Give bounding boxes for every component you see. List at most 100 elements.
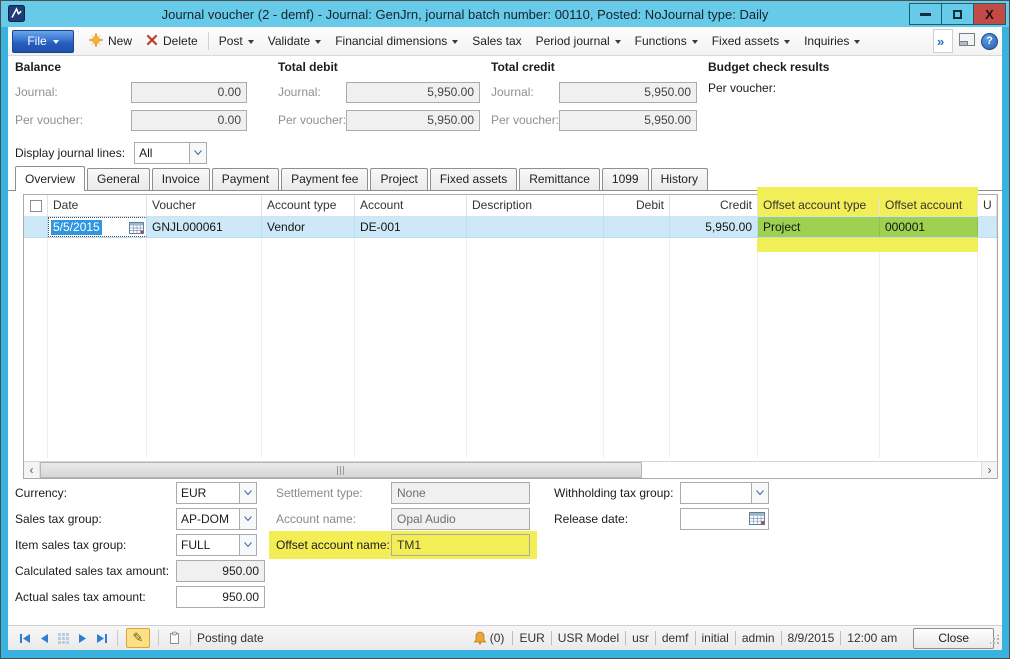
previous-record-button[interactable]: [38, 632, 51, 645]
grid-empty-row[interactable]: [24, 392, 997, 414]
alerts-bell-icon[interactable]: [473, 631, 487, 645]
tab-general[interactable]: General: [87, 168, 150, 190]
row-selector-cell[interactable]: [24, 217, 48, 237]
col-header-voucher[interactable]: Voucher: [147, 195, 262, 216]
grid-empty-row[interactable]: [24, 436, 997, 458]
tab-overview[interactable]: Overview: [15, 166, 85, 191]
alerts-count[interactable]: (0): [490, 631, 505, 645]
menu-financial-dimensions[interactable]: Financial dimensions: [328, 30, 465, 53]
debit-cell[interactable]: [604, 217, 670, 237]
chevron-down-icon[interactable]: [239, 535, 256, 555]
col-header-truncated[interactable]: U: [978, 195, 997, 216]
close-window-button[interactable]: X: [973, 3, 1006, 25]
pane-layout-icon[interactable]: [959, 33, 975, 50]
scrollbar-track[interactable]: [40, 462, 981, 478]
tab-payment-fee[interactable]: Payment fee: [281, 168, 368, 190]
truncated-cell[interactable]: [978, 217, 997, 237]
withholding-tax-group-label: Withholding tax group:: [554, 482, 673, 504]
grid-view-icon[interactable]: [57, 632, 70, 645]
credit-cell[interactable]: 5,950.00: [670, 217, 758, 237]
scroll-right-button[interactable]: ›: [981, 462, 997, 478]
tab-project[interactable]: Project: [370, 168, 427, 190]
menu-period-journal[interactable]: Period journal: [529, 30, 628, 53]
description-cell[interactable]: [467, 217, 604, 237]
grid-box: Date Voucher Account type Account Descri…: [23, 194, 998, 479]
resize-grip[interactable]: [990, 634, 1000, 648]
grid-empty-rows[interactable]: [24, 238, 997, 458]
tab-1099[interactable]: 1099: [602, 168, 649, 190]
journal-line-row[interactable]: 5/5/2015 GNJL000061 Vendor DE-001 5,950.…: [24, 217, 997, 238]
col-header-account-type[interactable]: Account type: [262, 195, 355, 216]
item-sales-tax-group-combo[interactable]: FULL: [176, 534, 257, 556]
last-record-button[interactable]: [95, 632, 108, 645]
menu-fixed-assets[interactable]: Fixed assets: [705, 30, 797, 53]
grid-empty-row[interactable]: [24, 414, 997, 436]
col-header-description[interactable]: Description: [467, 195, 604, 216]
chevron-down-icon[interactable]: [189, 143, 206, 163]
balance-journal-label: Journal:: [15, 82, 58, 103]
display-journal-lines-combo[interactable]: All: [134, 142, 207, 164]
col-header-credit[interactable]: Credit: [670, 195, 758, 216]
sales-tax-group-combo[interactable]: AP-DOM: [176, 508, 257, 530]
minimize-button[interactable]: [909, 3, 942, 25]
chevron-down-icon[interactable]: [239, 509, 256, 529]
caret-down-icon: [854, 40, 860, 47]
chevron-down-icon[interactable]: [239, 483, 256, 503]
credit-voucher-field: 5,950.00: [559, 110, 697, 131]
delete-button[interactable]: Delete: [139, 30, 205, 53]
menu-functions[interactable]: Functions: [628, 30, 705, 53]
scrollbar-thumb[interactable]: [40, 462, 642, 478]
account-name-label: Account name:: [276, 508, 356, 530]
tab-invoice[interactable]: Invoice: [152, 168, 210, 190]
col-header-account[interactable]: Account: [355, 195, 467, 216]
calendar-button[interactable]: [129, 221, 144, 234]
voucher-cell[interactable]: GNJL000061: [147, 217, 262, 237]
budget-voucher-label: Per voucher:: [708, 78, 776, 99]
grid-empty-row[interactable]: [24, 260, 997, 282]
actual-sales-tax-field[interactable]: 950.00: [176, 586, 265, 608]
grid-empty-row[interactable]: [24, 326, 997, 348]
next-record-button[interactable]: [76, 632, 89, 645]
calendar-button[interactable]: [749, 511, 765, 528]
menu-inquiries[interactable]: Inquiries: [797, 30, 867, 53]
tab-history[interactable]: History: [651, 168, 708, 190]
offset-account-name-field[interactable]: TM1: [391, 534, 530, 556]
tab-fixed-assets[interactable]: Fixed assets: [430, 168, 517, 190]
grid-empty-row[interactable]: [24, 348, 997, 370]
help-button[interactable]: ?: [981, 33, 998, 50]
edit-mode-button[interactable]: ✎: [126, 628, 150, 648]
release-date-field[interactable]: [680, 508, 769, 530]
offset-account-cell[interactable]: 000001: [880, 217, 978, 237]
currency-combo[interactable]: EUR: [176, 482, 257, 504]
account-cell[interactable]: DE-001: [355, 217, 467, 237]
date-cell[interactable]: 5/5/2015: [48, 217, 147, 237]
withholding-tax-group-combo[interactable]: [680, 482, 769, 504]
menu-sales-tax[interactable]: Sales tax: [465, 30, 528, 53]
grid-empty-row[interactable]: [24, 370, 997, 392]
menu-validate[interactable]: Validate: [261, 30, 328, 53]
chevron-down-icon[interactable]: [751, 483, 768, 503]
menu-post[interactable]: Post: [212, 30, 261, 53]
first-record-button[interactable]: [19, 632, 32, 645]
toolbar-overflow-button[interactable]: »: [933, 29, 953, 53]
maximize-button[interactable]: [941, 3, 974, 25]
horizontal-scrollbar[interactable]: ‹ ›: [24, 461, 997, 478]
close-button[interactable]: Close: [913, 628, 994, 649]
grid-empty-row[interactable]: [24, 282, 997, 304]
date-value[interactable]: 5/5/2015: [51, 220, 102, 235]
tab-payment[interactable]: Payment: [212, 168, 279, 190]
select-all-checkbox[interactable]: [24, 195, 48, 216]
new-button[interactable]: New: [82, 30, 139, 53]
col-header-debit[interactable]: Debit: [604, 195, 670, 216]
col-header-offset-account[interactable]: Offset account: [880, 195, 978, 216]
grid-empty-row[interactable]: [24, 304, 997, 326]
account-type-cell[interactable]: Vendor: [262, 217, 355, 237]
tab-remittance[interactable]: Remittance: [519, 168, 600, 190]
paste-button[interactable]: [168, 631, 181, 645]
scroll-left-button[interactable]: ‹: [24, 462, 40, 478]
col-header-offset-account-type[interactable]: Offset account type: [758, 195, 880, 216]
file-menu-button[interactable]: File: [12, 30, 74, 53]
offset-account-type-cell[interactable]: Project: [758, 217, 880, 237]
col-header-date[interactable]: Date: [48, 195, 147, 216]
balance-voucher-field: 0.00: [131, 110, 247, 131]
